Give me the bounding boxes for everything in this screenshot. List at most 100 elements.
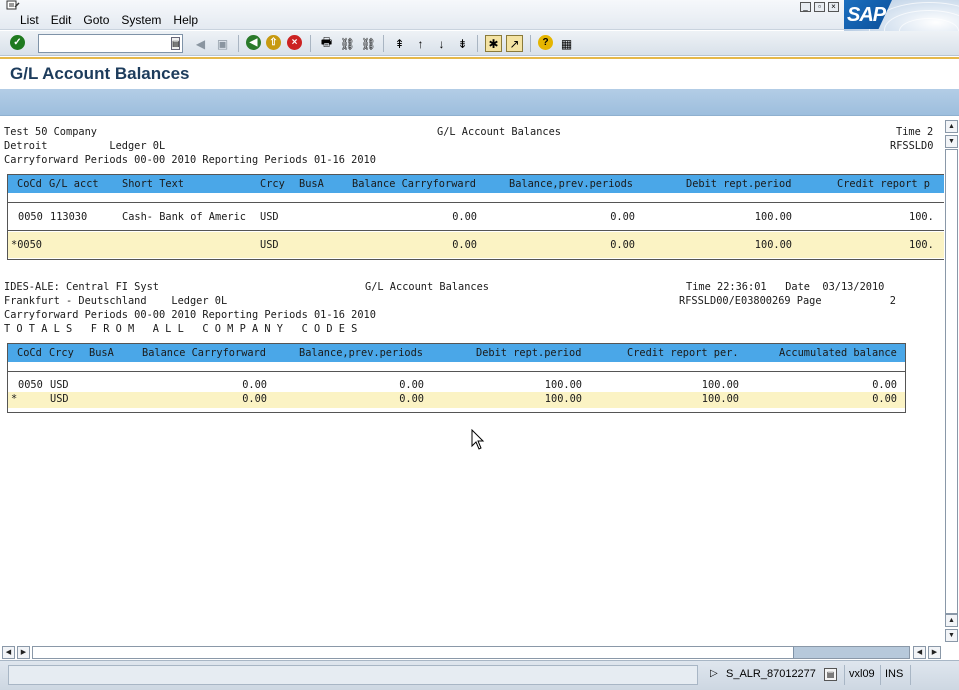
- scroll-up-icon[interactable]: ▲: [945, 120, 958, 133]
- minimize-icon[interactable]: _: [800, 2, 811, 12]
- status-message: [8, 665, 698, 685]
- total-bal-prev: 0.00: [610, 239, 635, 251]
- total-row[interactable]: * USD 0.00 0.00 100.00 100.00 0.00: [8, 392, 905, 408]
- total-bal-cf: 0.00: [452, 239, 477, 251]
- col-balance-cf: Balance Carryforward: [142, 347, 266, 359]
- system-menu-icon[interactable]: [6, 0, 20, 12]
- col-short-text: Short Text: [122, 178, 184, 190]
- find-next-icon[interactable]: ⛓: [360, 35, 377, 52]
- row-crcy: USD: [260, 211, 279, 223]
- report2-city-ledger: Frankfurt - Deutschland Ledger 0L: [4, 295, 228, 307]
- page-title: G/L Account Balances: [10, 64, 190, 83]
- status-bar: ▷ S_ALR_87012277 ▤ vxl09 INS: [0, 660, 959, 690]
- report2-table-header: CoCd Crcy BusA Balance Carryforward Bala…: [8, 344, 905, 362]
- report1-table-header: CoCd G/L acct Short Text Crcy BusA Balan…: [8, 175, 944, 193]
- row-bal-prev: 0.00: [399, 379, 424, 391]
- col-busa: BusA: [299, 178, 324, 190]
- mouse-pointer-icon: [471, 429, 485, 450]
- system-info-icon[interactable]: ▤: [824, 668, 837, 681]
- save-icon[interactable]: ▣: [214, 35, 231, 52]
- col-cocd: CoCd: [17, 178, 42, 190]
- row-debit: 100.00: [544, 379, 582, 391]
- status-expand-icon[interactable]: ▷: [706, 665, 722, 685]
- row-credit: 100.: [909, 211, 934, 223]
- next-page-icon[interactable]: ↓: [433, 35, 450, 52]
- status-end-spacer: [910, 665, 959, 685]
- row-glacct[interactable]: 113030: [50, 211, 87, 224]
- horizontal-scrollbar[interactable]: ◀ ▶ ◀ ▶: [0, 645, 959, 660]
- report-list: Test 50 Company Detroit Ledger 0L Carryf…: [0, 117, 944, 645]
- scroll-up-bottom-icon[interactable]: ▲: [945, 614, 958, 627]
- row-debit: 100.00: [754, 211, 792, 223]
- report1-title: G/L Account Balances: [437, 126, 561, 138]
- report2-totals-label: T O T A L S F R O M A L L C O M P A N Y …: [4, 323, 358, 335]
- col-balance-cf: Balance Carryforward: [352, 178, 476, 190]
- cancel-icon[interactable]: ×: [287, 35, 302, 50]
- total-crcy: USD: [50, 393, 69, 405]
- create-session-icon[interactable]: ✱: [485, 35, 502, 52]
- horizontal-scroll-thumb[interactable]: [793, 647, 909, 658]
- sap-logo-text: SAP: [847, 4, 886, 26]
- exit-icon[interactable]: ⇧: [266, 35, 281, 50]
- vertical-scroll-track[interactable]: [945, 149, 958, 614]
- total-debit: 100.00: [754, 239, 792, 251]
- row-credit: 100.00: [701, 379, 739, 391]
- window-controls: _ ▫ ×: [800, 2, 839, 12]
- scroll-left-end-icon[interactable]: ◀: [913, 646, 926, 659]
- command-dropdown-icon[interactable]: ▤: [171, 37, 180, 50]
- row-accumulated: 0.00: [872, 379, 897, 391]
- total-credit: 100.00: [701, 393, 739, 405]
- total-row[interactable]: *0050 USD 0.00 0.00 100.00 100.: [8, 232, 944, 258]
- scroll-left-icon[interactable]: ◀: [2, 646, 15, 659]
- report2-program-page: RFSSLD00/E03800269 Page 2: [679, 295, 896, 307]
- previous-page-icon[interactable]: ↑: [412, 35, 429, 52]
- col-balance-prev: Balance,prev.periods: [509, 178, 633, 190]
- first-page-icon[interactable]: ⇞: [391, 35, 408, 52]
- menu-help[interactable]: Help: [167, 13, 204, 27]
- report1-table: CoCd G/L acct Short Text Crcy BusA Balan…: [7, 174, 944, 260]
- scroll-right-icon[interactable]: ▶: [928, 646, 941, 659]
- help-icon[interactable]: ?: [538, 35, 553, 50]
- row-short-text: Cash- Bank of Americ: [122, 211, 246, 223]
- restore-icon[interactable]: ▫: [814, 2, 825, 12]
- report2-time-date: Time 22:36:01 Date 03/13/2010: [686, 281, 885, 293]
- menu-list[interactable]: List: [14, 13, 45, 27]
- scroll-right-small-icon[interactable]: ▶: [17, 646, 30, 659]
- col-busa: BusA: [89, 347, 114, 359]
- col-cocd: CoCd: [17, 347, 42, 359]
- total-debit: 100.00: [544, 393, 582, 405]
- col-credit: Credit report p: [837, 178, 930, 190]
- last-page-icon[interactable]: ⇟: [454, 35, 471, 52]
- report2-table: CoCd Crcy BusA Balance Carryforward Bala…: [7, 343, 906, 413]
- col-debit: Debit rept.period: [476, 347, 582, 359]
- menu-edit[interactable]: Edit: [45, 13, 78, 27]
- menu-goto[interactable]: Goto: [77, 13, 115, 27]
- menu-bar: List Edit Goto System Help _ ▫ ×: [0, 0, 959, 30]
- row-cocd: 0050: [18, 211, 43, 223]
- close-window-icon[interactable]: ×: [828, 2, 839, 12]
- back-triangle-icon[interactable]: ◀: [192, 35, 209, 52]
- find-icon[interactable]: ⛓: [339, 35, 356, 52]
- print-icon[interactable]: 🖶: [318, 35, 335, 52]
- shortcut-icon[interactable]: ↗: [506, 35, 523, 52]
- report2-periods: Carryforward Periods 00-00 2010 Reportin…: [4, 309, 376, 321]
- row-bal-cf: 0.00: [452, 211, 477, 223]
- command-input[interactable]: [39, 35, 167, 52]
- total-bal-cf: 0.00: [242, 393, 267, 405]
- vertical-scrollbar[interactable]: ▲ ▼ ▲ ▼: [944, 117, 959, 645]
- enter-icon[interactable]: ✓: [10, 35, 25, 50]
- total-cocd: *: [11, 393, 18, 405]
- scroll-down-small-icon[interactable]: ▼: [945, 135, 958, 148]
- row-crcy: USD: [50, 379, 69, 391]
- col-accumulated: Accumulated balance: [779, 347, 897, 359]
- scroll-down-icon[interactable]: ▼: [945, 629, 958, 642]
- col-crcy: Crcy: [49, 347, 74, 359]
- menu-system[interactable]: System: [115, 13, 167, 27]
- back-icon[interactable]: ◀: [246, 35, 261, 50]
- report1-city-ledger: Detroit Ledger 0L: [4, 140, 166, 152]
- command-field[interactable]: ▤: [38, 34, 183, 53]
- horizontal-scroll-track[interactable]: [32, 646, 910, 659]
- col-balance-prev: Balance,prev.periods: [299, 347, 423, 359]
- status-insert-mode[interactable]: INS: [880, 665, 907, 685]
- layout-icon[interactable]: ▦: [558, 35, 575, 52]
